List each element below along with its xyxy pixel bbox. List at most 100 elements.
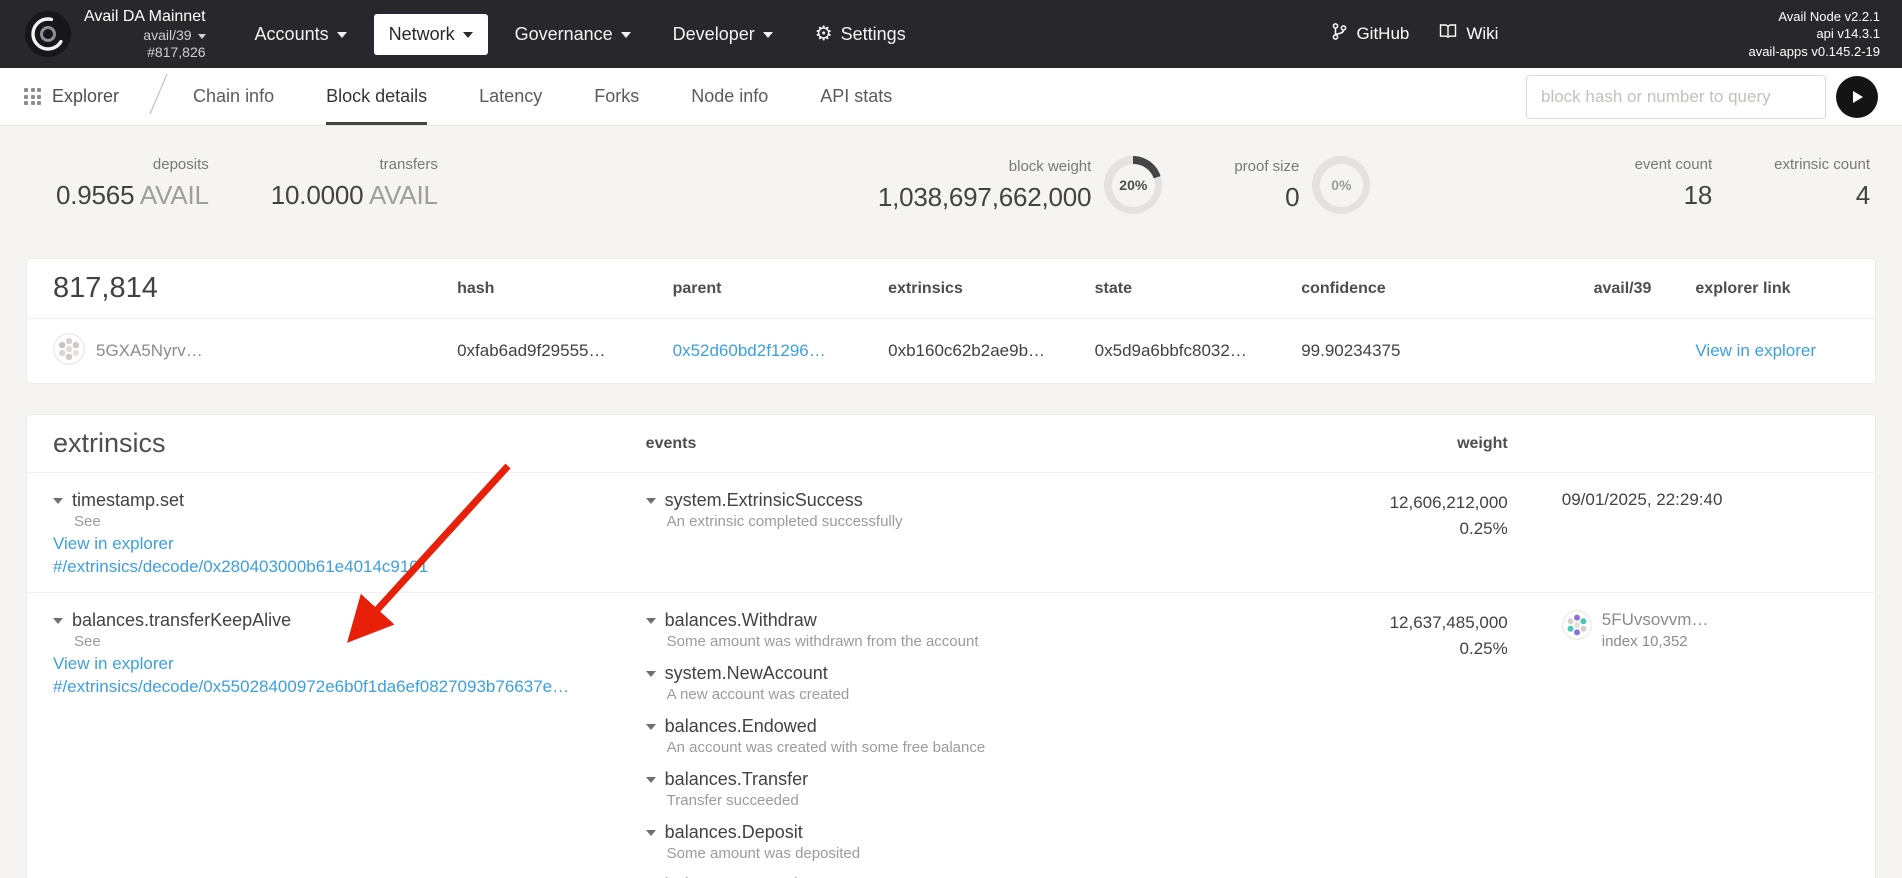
block-search (1526, 75, 1878, 119)
events-cell: system.ExtrinsicSuccess An extrinsic com… (646, 490, 1266, 577)
extrinsic-method: balances.transferKeepAlive (72, 610, 291, 631)
chevron-down-icon[interactable] (646, 671, 656, 677)
events-cell: balances.Withdraw Some amount was withdr… (646, 610, 1266, 878)
block-author: 5GXA5Nyrv… (53, 333, 457, 370)
chevron-down-icon (337, 32, 347, 38)
event-description: Some amount was deposited (667, 845, 1266, 862)
tab-chain-info[interactable]: Chain info (193, 68, 274, 125)
event-name: system.ExtrinsicSuccess (665, 490, 863, 511)
event-description: An account was created with some free ba… (667, 739, 1266, 756)
github-link[interactable]: GitHub (1332, 22, 1409, 46)
event-item: balances.Endowed An account was created … (646, 716, 1266, 756)
block-summary: deposits 0.9565 AVAIL transfers 10.0000 … (0, 126, 1902, 258)
tab-block-details[interactable]: Block details (326, 68, 427, 125)
top-right-links: GitHub Wiki Avail Node v2.2.1 api v14.3.… (1332, 8, 1880, 61)
chevron-down-icon[interactable] (646, 724, 656, 730)
extrinsic-explorer-link[interactable]: View in explorer (53, 534, 646, 554)
extrinsic-row: balances.transferKeepAlive See View in e… (27, 593, 1875, 878)
chevron-down-icon[interactable] (53, 498, 63, 504)
block-table-row: 5GXA5Nyrv… 0xfab6ad9f29555… 0x52d60bd2f1… (27, 319, 1875, 383)
event-description: Transfer succeeded (667, 792, 1266, 809)
avail-logo-icon[interactable] (24, 10, 72, 58)
section-explorer[interactable]: Explorer (24, 86, 119, 107)
menu-network[interactable]: Network (374, 14, 488, 55)
chain-info: Avail DA Mainnet avail/39 #817,826 (84, 7, 206, 62)
extrinsic-method-cell: timestamp.set See View in explorer #/ext… (53, 490, 646, 577)
extrinsic-explorer-link[interactable]: View in explorer (53, 654, 646, 674)
search-go-button[interactable] (1836, 76, 1878, 118)
main-menu: Accounts Network Governance Developer ⚙ … (240, 14, 921, 55)
block-search-input[interactable] (1526, 75, 1826, 119)
wiki-link[interactable]: Wiki (1439, 23, 1498, 44)
weight-value: 12,637,485,000 (1265, 610, 1507, 636)
weight-percent: 0.25% (1265, 516, 1507, 542)
extrinsic-timestamp: 09/01/2025, 22:29:40 (1508, 490, 1849, 577)
block-hash: 0xfab6ad9f29555… (457, 341, 673, 361)
extrinsics-root: 0xb160c62b2ae9b… (888, 341, 1095, 361)
node-version: Avail Node v2.2.1 (1748, 8, 1880, 26)
chevron-down-icon (463, 32, 473, 38)
menu-governance[interactable]: Governance (500, 14, 646, 55)
event-name: balances.Deposit (665, 822, 803, 843)
summary-transfers: transfers 10.0000 AVAIL (271, 156, 438, 211)
extrinsic-see: See (74, 633, 646, 650)
version-info: Avail Node v2.2.1 api v14.3.1 avail-apps… (1748, 8, 1880, 61)
git-branch-icon (1332, 22, 1347, 46)
weight-cell: 12,637,485,000 0.25% (1265, 610, 1507, 878)
view-in-explorer-link[interactable]: View in explorer (1651, 341, 1849, 361)
tab-latency[interactable]: Latency (479, 68, 542, 125)
extrinsic-see: See (74, 513, 646, 530)
column-events: events (646, 435, 1266, 453)
parent-hash-link[interactable]: 0x52d60bd2f1296… (673, 341, 889, 361)
extrinsics-title: extrinsics (53, 428, 646, 459)
extrinsics-header: extrinsics events weight (27, 415, 1875, 473)
signer-index: index 10,352 (1602, 633, 1709, 650)
confidence-value: 99.90234375 (1301, 341, 1499, 361)
weight-value: 12,606,212,000 (1265, 490, 1507, 516)
menu-accounts[interactable]: Accounts (240, 14, 362, 55)
block-author-address: 5GXA5Nyrv… (96, 341, 203, 361)
chevron-down-icon[interactable] (646, 830, 656, 836)
event-item: balances.Deposit Some amount was deposit… (646, 822, 1266, 862)
divider-slash (145, 71, 171, 122)
extrinsic-method-cell: balances.transferKeepAlive See View in e… (53, 610, 646, 878)
chevron-down-icon[interactable] (646, 777, 656, 783)
tab-forks[interactable]: Forks (594, 68, 639, 125)
tab-node-info[interactable]: Node info (691, 68, 768, 125)
extrinsic-row: timestamp.set See View in explorer #/ext… (27, 473, 1875, 593)
runtime-version[interactable]: avail/39 (84, 27, 206, 45)
proof-size-donut: 0% (1312, 156, 1370, 214)
weight-cell: 12,606,212,000 0.25% (1265, 490, 1507, 577)
block-table-header: 817,814 hash parent extrinsics state con… (27, 259, 1875, 319)
event-item: system.ExtrinsicSuccess An extrinsic com… (646, 490, 1266, 530)
block-weight-donut: 20% (1104, 156, 1162, 214)
menu-settings[interactable]: ⚙ Settings (800, 14, 921, 55)
top-nav: Avail DA Mainnet avail/39 #817,826 Accou… (0, 0, 1902, 68)
best-block-number: #817,826 (84, 44, 206, 62)
column-weight: weight (1265, 435, 1507, 453)
extrinsic-decode-link[interactable]: #/extrinsics/decode/0x280403000b61e4014c… (53, 557, 646, 577)
extrinsic-decode-link[interactable]: #/extrinsics/decode/0x55028400972e6b0f1d… (53, 677, 646, 697)
extrinsics-card: extrinsics events weight timestamp.set S… (26, 414, 1876, 878)
apps-version: avail-apps v0.145.2-19 (1748, 43, 1880, 61)
event-description: An extrinsic completed successfully (667, 513, 1266, 530)
tab-api-stats[interactable]: API stats (820, 68, 892, 125)
book-icon (1439, 23, 1457, 44)
chevron-down-icon[interactable] (646, 618, 656, 624)
event-description: A new account was created (667, 686, 1266, 703)
column-hash: hash (457, 280, 673, 298)
tab-bar: Explorer Chain info Block details Latenc… (0, 68, 1902, 126)
chevron-down-icon[interactable] (53, 618, 63, 624)
chevron-down-icon (198, 34, 206, 39)
chain-name: Avail DA Mainnet (84, 7, 206, 27)
event-description: Some amount was withdrawn from the accou… (667, 633, 1266, 650)
weight-percent: 0.25% (1265, 636, 1507, 662)
api-version: api v14.3.1 (1748, 25, 1880, 43)
chevron-down-icon[interactable] (646, 498, 656, 504)
menu-developer[interactable]: Developer (658, 14, 788, 55)
summary-extrinsic-count: extrinsic count 4 (1774, 156, 1870, 211)
grid-icon (24, 88, 41, 105)
block-number: 817,814 (53, 272, 457, 305)
event-name: balances.Transfer (665, 769, 808, 790)
play-icon (1850, 89, 1864, 105)
